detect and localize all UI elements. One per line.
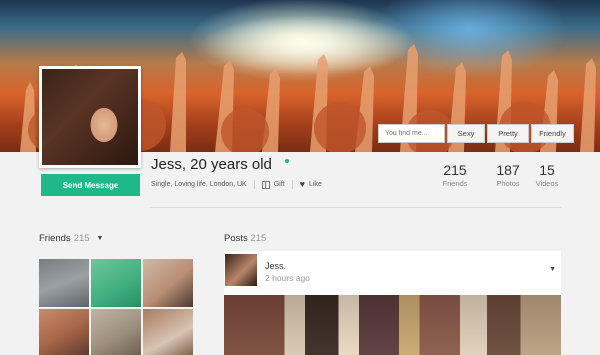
like-label: Like xyxy=(308,181,322,188)
friend-thumbnail[interactable] xyxy=(91,309,141,355)
profile-subtitle: Single, Loving life, London, UK xyxy=(151,181,247,188)
search-input[interactable] xyxy=(378,124,445,143)
posts-section-header: Posts 215 xyxy=(224,233,266,244)
send-message-button[interactable]: Send Message xyxy=(41,174,140,196)
tag-search-bar: Sexy Pretty Friendly xyxy=(378,124,574,143)
videos-count: 15 xyxy=(539,162,555,178)
profile-subline: Single, Loving life, London, UK Gift ♥ L… xyxy=(151,180,322,189)
friend-thumbnail[interactable] xyxy=(143,259,193,307)
stat-photos[interactable]: 187 Photos xyxy=(492,162,524,188)
friend-thumbnail[interactable] xyxy=(91,259,141,307)
chip-pretty[interactable]: Pretty xyxy=(487,124,529,143)
chevron-down-icon[interactable]: ▼ xyxy=(549,266,556,273)
avatar-photo xyxy=(42,69,138,165)
friends-section-title: Friends xyxy=(39,233,71,244)
stat-friends[interactable]: 215 Friends xyxy=(438,162,472,188)
friend-thumbnail[interactable] xyxy=(39,259,89,307)
stat-videos[interactable]: 15 Videos xyxy=(533,162,561,188)
online-status-dot xyxy=(285,159,289,163)
posts-section-title: Posts xyxy=(224,233,248,244)
gift-label: Gift xyxy=(273,181,285,188)
chevron-down-icon: ▼ xyxy=(96,235,104,242)
posts-section-count: 215 xyxy=(250,233,267,244)
post-card: Jess. 2 hours ago ▼ xyxy=(224,251,561,355)
profile-avatar[interactable] xyxy=(39,66,141,168)
chip-friendly[interactable]: Friendly xyxy=(531,124,574,143)
divider xyxy=(253,180,255,189)
post-author[interactable]: Jess. xyxy=(265,261,286,271)
gift-button[interactable]: Gift xyxy=(261,180,285,189)
friends-count: 215 xyxy=(443,162,467,178)
heart-icon: ♥ xyxy=(299,179,305,189)
chip-sexy[interactable]: Sexy xyxy=(447,124,485,143)
divider xyxy=(291,180,293,189)
friends-section-count: 215 xyxy=(73,233,90,244)
post-timestamp: 2 hours ago xyxy=(265,273,310,283)
post-image[interactable] xyxy=(224,295,561,355)
friends-label: Friends xyxy=(442,179,468,188)
like-button[interactable]: ♥ Like xyxy=(300,180,322,189)
photos-count: 187 xyxy=(496,162,520,178)
friend-thumbnail[interactable] xyxy=(39,309,89,355)
videos-label: Videos xyxy=(535,179,559,188)
gift-icon xyxy=(261,180,270,189)
friends-grid xyxy=(39,259,193,355)
post-author-avatar[interactable] xyxy=(225,254,257,286)
header-divider xyxy=(150,207,561,208)
photos-label: Photos xyxy=(496,179,520,188)
friends-section-header[interactable]: Friends 215 ▼ xyxy=(39,233,103,244)
friend-thumbnail[interactable] xyxy=(143,309,193,355)
profile-name: Jess, 20 years old xyxy=(151,156,272,173)
